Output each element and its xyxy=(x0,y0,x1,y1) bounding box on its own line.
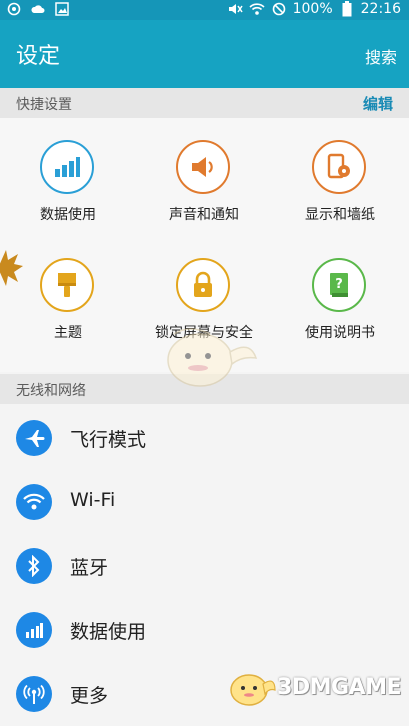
status-bar: 100% 22:16 xyxy=(0,0,409,20)
bluetooth-icon xyxy=(16,548,52,584)
quick-settings-header: 快捷设置 编辑 xyxy=(0,88,409,118)
data-usage-icon xyxy=(16,612,52,648)
wifi-icon xyxy=(249,1,265,17)
lock-icon xyxy=(176,258,230,312)
list-item-label: 蓝牙 xyxy=(70,557,109,579)
search-button[interactable]: 搜索 xyxy=(365,44,397,68)
tile-label: 数据使用 xyxy=(40,207,96,223)
battery-icon xyxy=(339,1,355,17)
battery-percent: 100% xyxy=(292,1,333,17)
block-icon xyxy=(271,1,287,17)
sound-icon xyxy=(176,140,230,194)
wifi-icon xyxy=(16,484,52,520)
list-item-bluetooth[interactable]: 蓝牙 xyxy=(0,534,409,598)
help-book-icon: ? xyxy=(312,258,366,312)
tile-display[interactable]: 显示和墙纸 xyxy=(272,118,408,228)
clock: 22:16 xyxy=(360,1,401,17)
tile-user-manual[interactable]: ? 使用说明书 xyxy=(272,236,408,346)
list-item-airplane-mode[interactable]: 飞行模式 xyxy=(0,406,409,470)
tile-label: 声音和通知 xyxy=(169,207,239,223)
list-item-wifi[interactable]: Wi-Fi xyxy=(0,470,409,534)
tile-label: 显示和墙纸 xyxy=(305,207,375,223)
display-icon xyxy=(312,140,366,194)
list-item-label: 飞行模式 xyxy=(70,429,147,451)
page-title: 设定 xyxy=(16,44,61,69)
svg-text:?: ? xyxy=(335,277,343,292)
list-item-label: 更多 xyxy=(70,685,109,707)
data-usage-icon xyxy=(40,140,94,194)
watermark: 3DMGAME xyxy=(223,664,401,710)
tile-label: 主题 xyxy=(54,325,82,341)
theme-brush-icon xyxy=(40,258,94,312)
watermark-mascot-icon xyxy=(230,674,276,706)
tile-label: 使用说明书 xyxy=(305,325,375,341)
app-bar: 设定 搜索 xyxy=(0,20,409,88)
notification-icon xyxy=(6,1,22,17)
tile-sound[interactable]: 声音和通知 xyxy=(136,118,272,228)
more-connections-icon xyxy=(16,676,52,712)
mute-icon xyxy=(227,1,243,17)
gallery-icon xyxy=(54,1,70,17)
list-item-data-usage[interactable]: 数据使用 xyxy=(0,598,409,662)
weather-icon xyxy=(30,1,46,17)
mascot-decoration xyxy=(150,322,260,396)
edit-button[interactable]: 编辑 xyxy=(363,93,393,114)
section-title: 快捷设置 xyxy=(16,97,72,113)
list-item-label: Wi-Fi xyxy=(70,489,116,511)
section-title: 无线和网络 xyxy=(16,383,86,399)
leaf-decoration xyxy=(0,246,24,294)
tile-data-usage[interactable]: 数据使用 xyxy=(0,118,136,228)
airplane-icon xyxy=(16,420,52,456)
watermark-text: 3DMGAME xyxy=(277,674,401,700)
list-item-label: 数据使用 xyxy=(70,621,147,643)
